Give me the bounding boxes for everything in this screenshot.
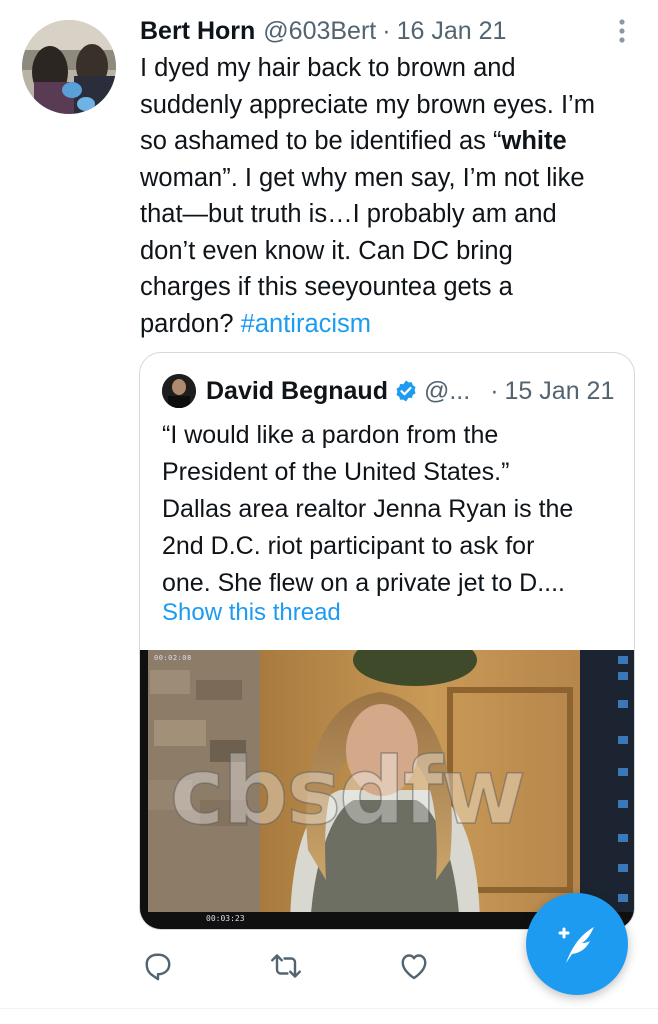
author-handle[interactable]: @603Bert (263, 17, 376, 46)
quoted-text-line: one. She flew on a private jet to D.... (162, 569, 566, 597)
tweet-text-line: that—but truth is…I probably am and (140, 200, 557, 228)
tweet-text: I dyed my hair back to brown and suddenl… (140, 50, 640, 342)
author-avatar[interactable] (22, 20, 116, 114)
more-vertical-icon (619, 19, 625, 43)
author-photo (22, 20, 116, 114)
quoted-text-line: 2nd D.C. riot participant to ask for (162, 532, 535, 560)
quoted-author-photo (162, 374, 196, 408)
tweet-actions (140, 948, 570, 988)
like-icon (401, 954, 427, 980)
author-name[interactable]: Bert Horn (140, 17, 255, 46)
quoted-text-line: President of the United States.” (162, 458, 510, 486)
quoted-separator: · (490, 376, 499, 405)
quoted-tweet-card[interactable]: David Begnaud @... · 15 Jan 21 “I would … (139, 352, 635, 930)
bottom-divider (0, 1008, 658, 1009)
quoted-text-line: Dallas area realtor Jenna Ryan is the (162, 495, 574, 523)
quoted-author-avatar[interactable] (162, 374, 196, 408)
quoted-text-line: “I would like a pardon from the (162, 421, 499, 449)
tweet-text-fragment: so ashamed to be identified as “ (140, 127, 502, 155)
verified-badge-icon (396, 380, 416, 402)
tweet-text-line: pardon? #antiracism (140, 306, 640, 343)
video-watermark: cbsdfw (169, 738, 527, 845)
tweet-text-fragment: pardon? (140, 309, 241, 338)
reply-icon (145, 953, 171, 981)
quoted-date[interactable]: 15 Jan 21 (505, 377, 615, 406)
quoted-author-name[interactable]: David Begnaud (206, 377, 388, 406)
compose-tweet-icon (558, 927, 594, 963)
quoted-author-handle[interactable]: @... (424, 377, 470, 406)
retweet-button[interactable] (268, 948, 304, 984)
video-overlay-timestamp: 00:02:08 (154, 654, 192, 662)
tweet-header: Bert Horn @603Bert · 16 Jan 21 (140, 14, 506, 48)
retweet-icon (271, 954, 301, 978)
separator-dot: · (382, 16, 391, 45)
quoted-tweet-header: David Begnaud @... · 15 Jan 21 (162, 373, 614, 409)
like-button[interactable] (396, 948, 432, 984)
tweet-text-line: woman”. I get why men say, I’m not like (140, 163, 585, 192)
tweet-text-bold: white (501, 127, 567, 155)
video-playback-time: 00:03:23 (206, 914, 245, 923)
show-thread-link[interactable]: Show this thread (162, 599, 341, 627)
compose-tweet-button[interactable] (526, 893, 628, 995)
tweet-text-line: don’t even know it. Can DC bring (140, 236, 513, 265)
tweet-text-line: suddenly appreciate my brown eyes. I’m (140, 90, 595, 119)
tweet-text-line: I dyed my hair back to brown and (140, 54, 516, 82)
tweet-date[interactable]: 16 Jan 21 (397, 17, 507, 46)
more-options-button[interactable] (610, 16, 634, 46)
reply-button[interactable] (140, 948, 176, 984)
tweet-text-line: charges if this seeyountea gets a (140, 273, 513, 301)
quoted-tweet-text: “I would like a pardon from the Presiden… (162, 417, 622, 602)
tweet-text-line: so ashamed to be identified as “white (140, 123, 640, 160)
hashtag-link[interactable]: #antiracism (241, 310, 371, 338)
quoted-video-thumbnail[interactable]: 00:02:08 00:03:23 cbsdfw (140, 650, 634, 929)
